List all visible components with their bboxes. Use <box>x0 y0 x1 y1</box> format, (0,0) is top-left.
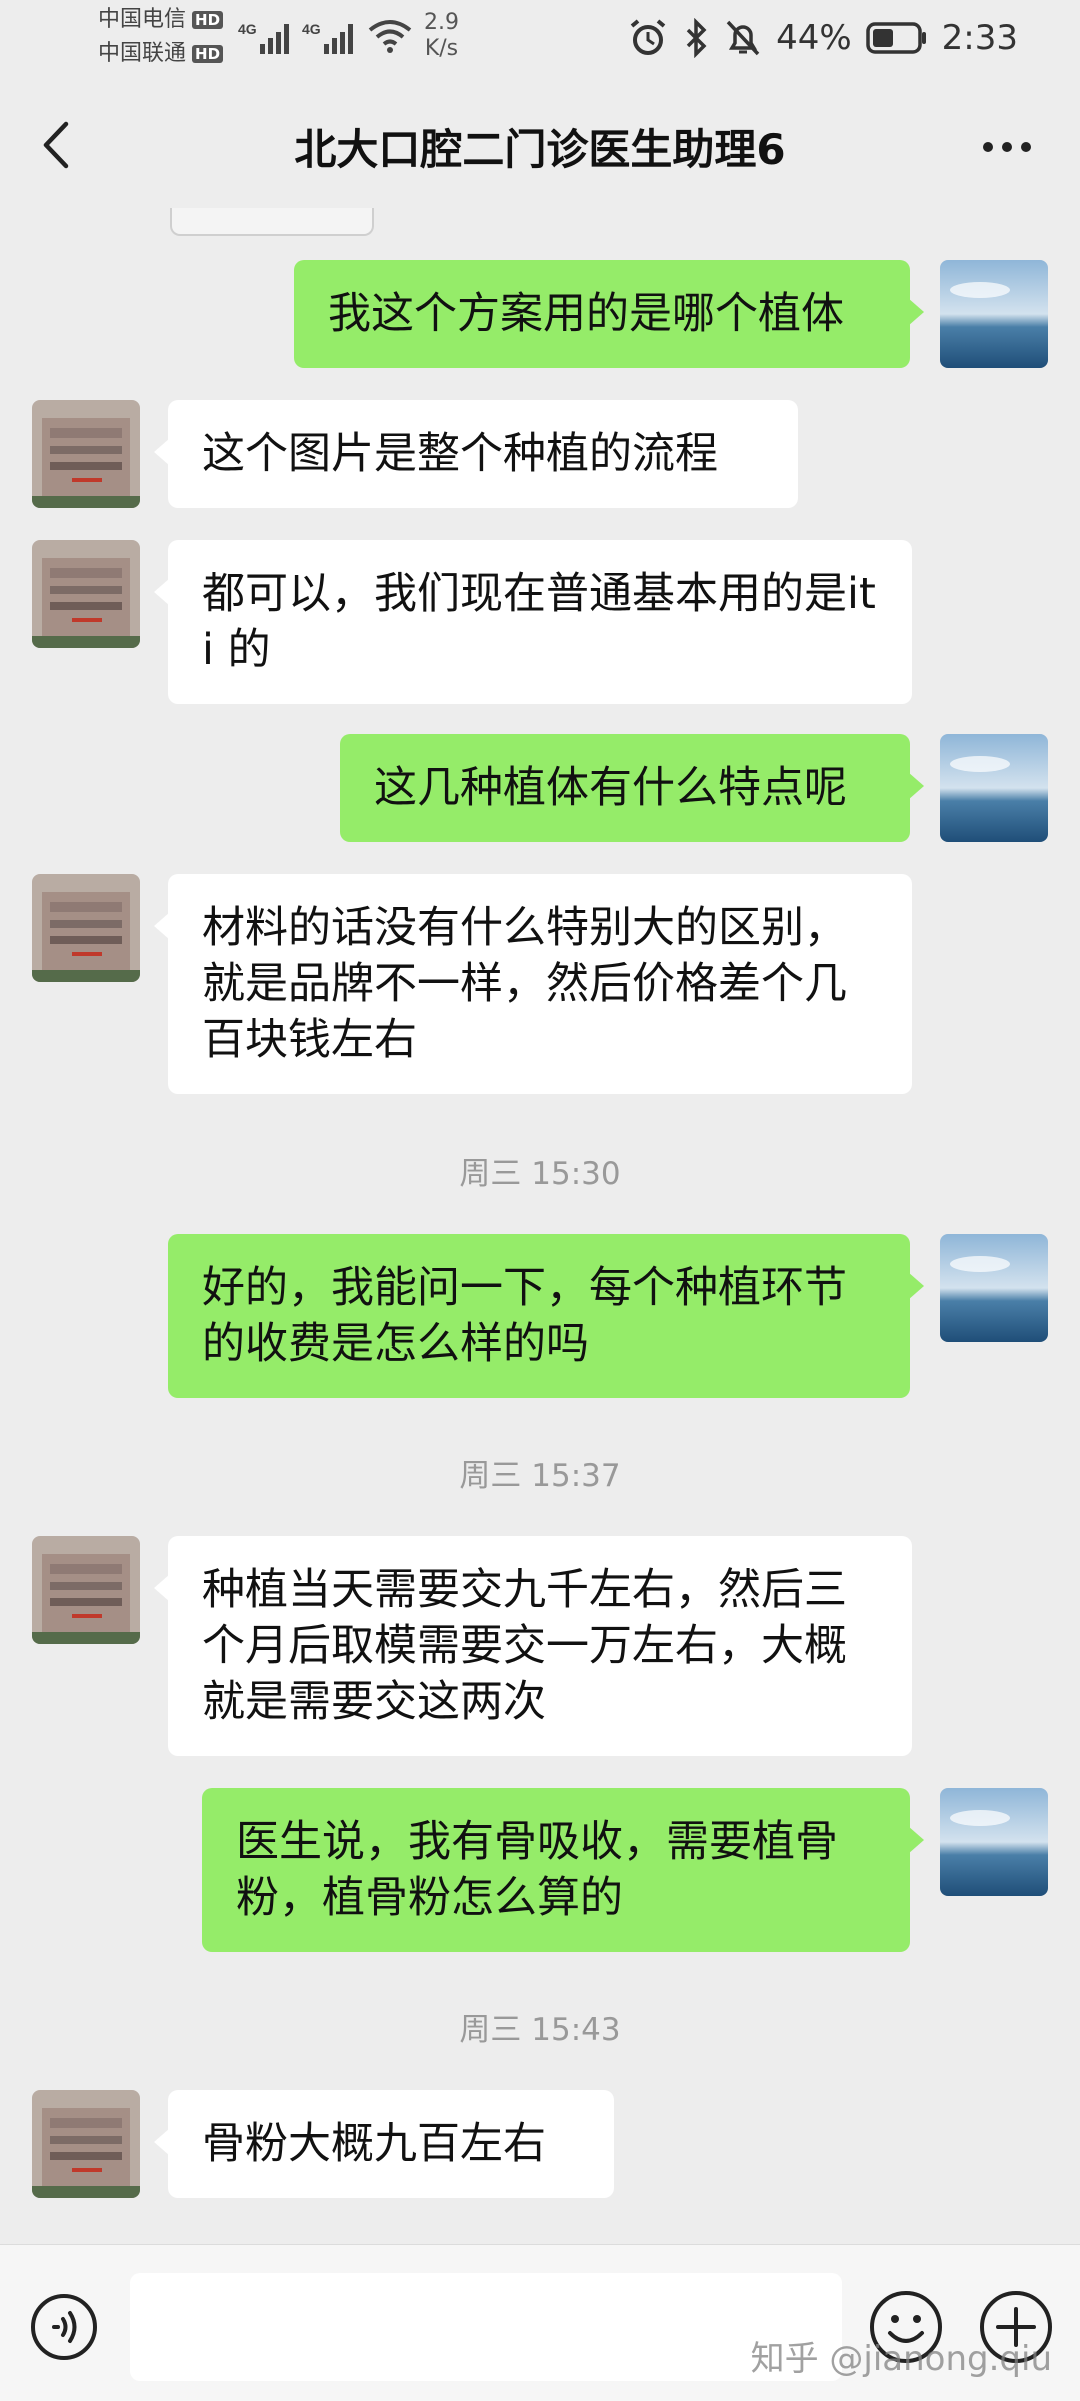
doctor-avatar[interactable] <box>32 540 140 648</box>
mute-bell-icon <box>726 20 760 56</box>
message-bubble-incoming[interactable]: 这个图片是整个种植的流程 <box>154 400 798 508</box>
previous-image-message[interactable] <box>170 208 374 236</box>
doctor-avatar[interactable] <box>32 1536 140 1644</box>
chat-title: 北大口腔二门诊医生助理6 <box>294 125 786 174</box>
bluetooth-icon <box>686 18 707 58</box>
clock-time: 2:33 <box>941 18 1018 58</box>
alarm-icon <box>630 19 666 55</box>
message-bubble-incoming[interactable]: 材料的话没有什么特别大的区别，就是品牌不一样，然后价格差个几百块钱左右 <box>154 874 912 1094</box>
voice-icon <box>31 2294 97 2360</box>
carrier-1: 中国电信 HD <box>98 7 224 32</box>
message-bubble-incoming[interactable]: 种植当天需要交九千左右，然后三个月后取模需要交一万左右，大概就是需要交这两次 <box>154 1536 912 1756</box>
watermark: 知乎 @jianong.qiu <box>750 2339 1052 2379</box>
wifi-icon <box>368 20 412 53</box>
more-button[interactable] <box>972 122 1042 172</box>
hd-badge: HD <box>192 11 224 29</box>
signal-4g-icon: 4G <box>238 21 289 54</box>
signal-4g-icon-2: 4G <box>302 21 353 54</box>
carrier-2-label: 中国联通 <box>98 41 187 66</box>
doctor-avatar[interactable] <box>32 400 140 508</box>
message-bubble-outgoing[interactable]: 这几种植体有什么特点呢 <box>340 734 924 842</box>
battery-percent: 44% <box>776 18 852 58</box>
carrier-2: 中国联通 HD <box>98 41 224 66</box>
input-bar: 知乎 @jianong.qiu <box>0 2244 1080 2401</box>
message-bubble-incoming[interactable]: 都可以，我们现在普通基本用的是iti 的 <box>154 540 912 704</box>
message-input[interactable] <box>130 2273 842 2381</box>
self-avatar[interactable] <box>940 1234 1048 1342</box>
status-right: 44% 2:33 <box>628 18 1018 58</box>
doctor-avatar[interactable] <box>32 2090 140 2198</box>
message-timestamp: 周三 15:30 <box>459 1156 621 1192</box>
more-dots-icon <box>983 142 1031 152</box>
message-bubble-outgoing[interactable]: 医生说，我有骨吸收，需要植骨粉，植骨粉怎么算的 <box>202 1788 924 1952</box>
status-bar: 中国电信 HD 中国联通 HD 4G 4G 2.9 K/s 44% 2:33 <box>0 0 1080 82</box>
self-avatar[interactable] <box>940 1788 1048 1896</box>
voice-button[interactable] <box>30 2293 98 2361</box>
message-timestamp: 周三 15:37 <box>459 1458 621 1494</box>
message-bubble-outgoing[interactable]: 好的，我能问一下，每个种植环节的收费是怎么样的吗 <box>168 1234 924 1398</box>
message-bubble-outgoing[interactable]: 我这个方案用的是哪个植体 <box>294 260 924 368</box>
svg-text:4G: 4G <box>302 21 321 37</box>
carrier-1-label: 中国电信 <box>98 7 187 32</box>
hd-badge: HD <box>192 45 224 63</box>
doctor-avatar[interactable] <box>32 874 140 982</box>
svg-text:4G: 4G <box>238 21 257 37</box>
self-avatar[interactable] <box>940 734 1048 842</box>
net-speed-value: 2.9 <box>424 10 459 35</box>
chat-message-list[interactable]: 我这个方案用的是哪个植体 这个图片是整个种植的流程 都可以，我们现在普通基本用的… <box>0 208 1080 2244</box>
net-speed-unit: K/s <box>424 36 459 61</box>
battery-icon <box>865 22 926 54</box>
net-speed: 2.9 K/s <box>424 10 459 62</box>
title-bar: 北大口腔二门诊医生助理6 <box>0 82 1080 208</box>
message-bubble-incoming[interactable]: 骨粉大概九百左右 <box>154 2090 614 2198</box>
self-avatar[interactable] <box>940 260 1048 368</box>
message-timestamp: 周三 15:43 <box>459 2012 621 2048</box>
